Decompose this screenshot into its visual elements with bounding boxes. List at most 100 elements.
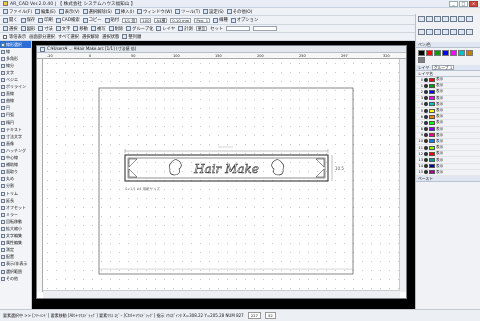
- tool-item-13[interactable]: 寸法文字: [0, 133, 31, 140]
- layer-color-swatch[interactable]: [429, 151, 435, 156]
- tool-item-5[interactable]: ベジエ: [0, 76, 31, 83]
- line-width-select[interactable]: 0.10 mm: [170, 17, 192, 23]
- tool-item-22[interactable]: 延長: [0, 197, 31, 204]
- pen-color-swatch[interactable]: [450, 50, 457, 56]
- tool-item-23[interactable]: オフセット: [0, 204, 31, 211]
- vertical-scrollbar[interactable]: [399, 59, 406, 292]
- pen-color-swatch[interactable]: [418, 57, 425, 63]
- tool-item-9[interactable]: 円: [0, 105, 31, 112]
- eye-icon[interactable]: [424, 133, 428, 138]
- panel-tool-icon[interactable]: [426, 16, 433, 22]
- layer-color-swatch[interactable]: [429, 158, 435, 163]
- panel-tool-icon[interactable]: [434, 28, 441, 35]
- eye-icon[interactable]: [424, 96, 428, 101]
- layer-color-swatch[interactable]: [429, 77, 435, 82]
- tool-item-33[interactable]: その他: [0, 275, 31, 282]
- pen-color-swatch[interactable]: [442, 50, 449, 56]
- edit-tool-0[interactable]: 選択: [3, 26, 18, 32]
- layer-color-swatch[interactable]: [429, 164, 435, 169]
- panel-tool-icon[interactable]: [418, 16, 425, 22]
- tool-item-14[interactable]: 画像: [0, 140, 31, 147]
- toolbar-item-paste[interactable]: 貼付: [104, 17, 119, 23]
- tool-item-25[interactable]: 回転移動: [0, 218, 31, 225]
- toolbar-item-copy[interactable]: コピー: [82, 17, 102, 23]
- panel-tool-icon[interactable]: [442, 16, 449, 22]
- layer-color-swatch[interactable]: [429, 89, 435, 94]
- mode-select[interactable]: 単位: [195, 26, 208, 31]
- drawing-canvas[interactable]: Hair Make 10.5 S=1/1 A4 用紙サイズ: [43, 59, 400, 292]
- pen-color-swatch[interactable]: [466, 50, 473, 56]
- pen-color-swatch[interactable]: [458, 50, 465, 56]
- tool-item-10[interactable]: 円弧: [0, 112, 31, 119]
- edit-tool-9[interactable]: 計測: [178, 26, 193, 32]
- eye-icon[interactable]: [424, 139, 428, 144]
- pen-color-swatch[interactable]: [418, 50, 425, 56]
- close-button[interactable]: ×: [469, 1, 478, 7]
- edit-tool-3[interactable]: 文字: [55, 26, 70, 32]
- tool-item-16[interactable]: 中心線: [0, 155, 31, 162]
- menu-item-0[interactable]: ファイル(F): [3, 9, 32, 15]
- eye-icon[interactable]: [424, 102, 428, 107]
- tool-item-1[interactable]: 線: [0, 48, 31, 55]
- tool-item-24[interactable]: ミラー: [0, 211, 31, 218]
- menu-item-1[interactable]: 編集(E): [35, 9, 56, 15]
- select-state-button[interactable]: 選択状態: [102, 34, 119, 40]
- layer-group-select[interactable]: グループ 1: [431, 65, 455, 70]
- tool-item-3[interactable]: 線分: [0, 62, 31, 69]
- eye-icon[interactable]: [424, 77, 428, 82]
- layer-color-swatch[interactable]: [429, 139, 435, 144]
- edit-tool-8[interactable]: レイヤ: [156, 26, 175, 32]
- minimize-button[interactable]: _: [449, 1, 458, 7]
- tool-item-12[interactable]: テキスト: [0, 126, 31, 133]
- menu-item-4[interactable]: 挿入(I): [114, 9, 134, 15]
- menu-item-5[interactable]: ウィンドウ(W): [137, 9, 172, 15]
- check-equal-display[interactable]: 等倍表示: [3, 34, 26, 40]
- panel-tool-icon[interactable]: [442, 28, 449, 35]
- eye-icon[interactable]: [424, 120, 428, 125]
- select-area-button[interactable]: 画面部分選択: [29, 34, 55, 40]
- tool-item-17[interactable]: 補助線: [0, 162, 31, 169]
- layer-color-swatch[interactable]: [429, 120, 435, 125]
- toolbar-item-search[interactable]: CAD検索: [55, 17, 80, 23]
- option-button[interactable]: オプション: [230, 17, 258, 23]
- layer-color-swatch[interactable]: [429, 127, 435, 132]
- tool-item-8[interactable]: 曲線: [0, 98, 31, 105]
- horizontal-scrollbar[interactable]: [43, 290, 400, 298]
- select-all-button[interactable]: すべて選択: [58, 34, 79, 40]
- layer-color-swatch[interactable]: [429, 102, 435, 107]
- tool-item-30[interactable]: 配置: [0, 254, 31, 261]
- maximize-button[interactable]: □: [459, 1, 468, 7]
- paper-select[interactable]: A4横: [154, 17, 168, 23]
- layer-color-swatch[interactable]: [429, 145, 435, 150]
- panel-tool-icon[interactable]: [466, 16, 473, 22]
- tool-item-2[interactable]: 多角形: [0, 55, 31, 62]
- toolbar-item-print[interactable]: 印刷: [38, 17, 53, 23]
- line-type-button[interactable]: 線種: [213, 17, 228, 23]
- eye-icon[interactable]: [424, 114, 428, 119]
- layer-color-swatch[interactable]: [429, 83, 435, 88]
- eye-icon[interactable]: [424, 83, 428, 88]
- zoom-percent-select[interactable]: 100: [140, 17, 152, 23]
- tab-paste[interactable]: ペースト: [416, 176, 480, 182]
- menu-item-6[interactable]: ツール(T): [175, 9, 200, 15]
- panel-tool-icon[interactable]: [450, 28, 457, 35]
- menu-item-3[interactable]: 選択解除(S): [82, 9, 112, 15]
- layer-color-swatch[interactable]: [429, 108, 435, 113]
- eye-icon[interactable]: [424, 108, 428, 113]
- edit-tool-5[interactable]: 複写: [90, 26, 106, 32]
- tool-item-11[interactable]: 楕円: [0, 119, 31, 126]
- menu-item-2[interactable]: 表示(V): [58, 9, 80, 15]
- tool-item-15[interactable]: ハッチング: [0, 147, 31, 154]
- edit-tool-1[interactable]: 図形: [20, 26, 35, 32]
- tool-item-28[interactable]: 属性編集: [0, 240, 31, 247]
- eye-icon[interactable]: [424, 158, 428, 163]
- layer-color-swatch[interactable]: [429, 133, 435, 138]
- panel-tool-icon[interactable]: [434, 16, 441, 22]
- edit-tool-6[interactable]: 削除: [108, 26, 123, 32]
- edit-tool-2[interactable]: 寸法: [38, 26, 53, 32]
- deselect-button[interactable]: 選択解除: [82, 34, 99, 40]
- tool-item-7[interactable]: 直線: [0, 91, 31, 98]
- eye-icon[interactable]: [424, 164, 428, 169]
- panel-tool-icon[interactable]: [450, 16, 457, 22]
- tool-item-26[interactable]: 拡大縮小: [0, 225, 31, 232]
